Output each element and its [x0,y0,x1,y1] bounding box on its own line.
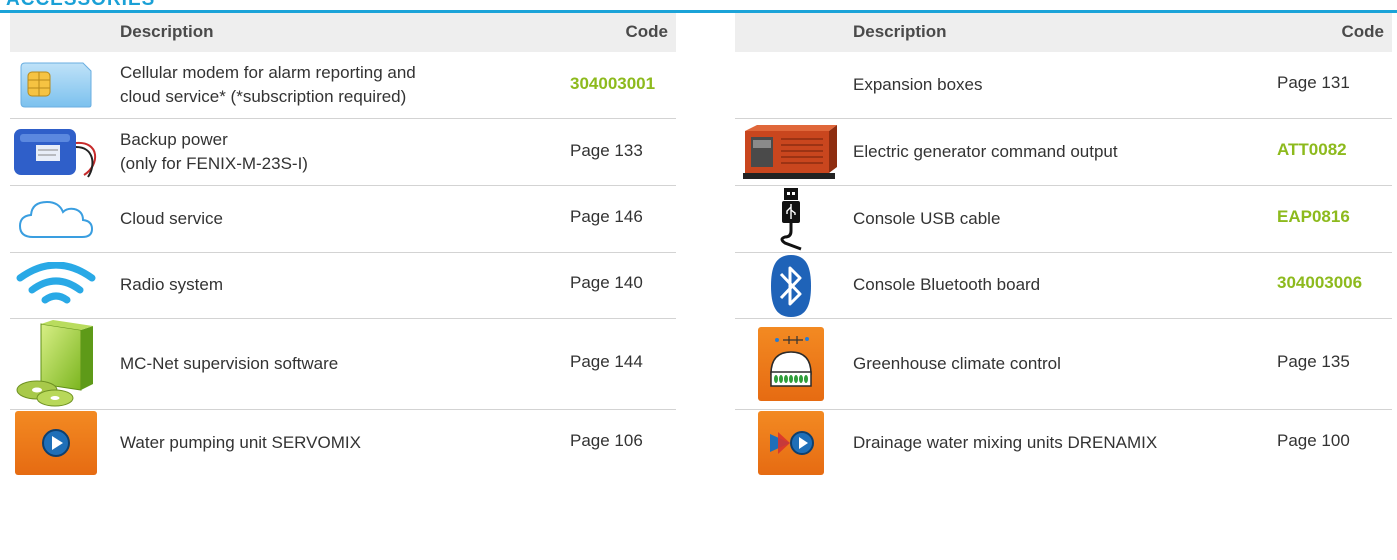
table-row: MC-Net supervision software Page 144 [10,319,676,410]
description-line: Greenhouse climate control [853,354,1061,373]
description-line: Cellular modem for alarm reporting and [120,63,416,82]
table-row: Expansion boxes Page 131 [735,52,1392,119]
table-row: Drainage water mixing units DRENAMIX Pag… [735,410,1392,476]
accessories-table-right: Description Code Expansion boxes Page 13… [735,13,1392,476]
product-code: 304003001 [570,74,656,93]
greenhouse-icon [735,319,847,409]
description-line: Radio system [120,275,223,294]
page-reference: Page 106 [570,431,643,450]
code-header: Code [1341,22,1385,41]
description-line: cloud service* (*subscription required) [120,87,407,106]
accessories-table-left: Description Code Cellular modem for alar… [10,13,676,476]
description-line: Cloud service [120,209,223,228]
description-line: Console USB cable [853,209,1001,228]
product-code: ATT0082 [1277,140,1347,159]
description-line: Expansion boxes [853,75,983,94]
description-line: MC-Net supervision software [120,354,339,373]
page-reference: Page 131 [1277,73,1350,92]
page-reference: Page 146 [570,207,643,226]
table-row: Backup power (only for FENIX-M-23S-I) Pa… [10,119,676,186]
description-line: Water pumping unit SERVOMIX [120,433,361,452]
product-code: 304003006 [1277,273,1363,292]
code-header: Code [625,22,669,41]
generator-icon [735,119,847,185]
table-row: Water pumping unit SERVOMIX Page 106 [10,410,676,476]
page-reference: Page 140 [570,273,643,292]
mixing-unit-icon [735,410,847,476]
table-row: Greenhouse climate control Page 135 [735,319,1392,410]
description-header: Description [120,22,214,41]
description-line: (only for FENIX-M-23S-I) [120,154,308,173]
sim-card-icon [10,52,102,118]
table-header: Description Code [735,13,1392,52]
table-header: Description Code [10,13,676,52]
description-line: Console Bluetooth board [853,275,1041,294]
table-row: Cellular modem for alarm reporting and c… [10,52,676,119]
table-row: Cloud service Page 146 [10,186,676,253]
page-reference: Page 135 [1277,352,1350,371]
table-row: Radio system Page 140 [10,253,676,319]
table-row: Console Bluetooth board 304003006 [735,253,1392,319]
page-reference: Page 100 [1277,431,1350,450]
table-row: Electric generator command output ATT008… [735,119,1392,186]
software-box-icon [10,319,110,409]
description-line: Backup power [120,130,228,149]
page-reference: Page 144 [570,352,643,371]
description-header: Description [853,22,947,41]
page-reference: Page 133 [570,141,643,160]
wifi-icon [10,253,102,318]
battery-pack-icon [10,119,110,185]
table-row: Console USB cable EAP0816 [735,186,1392,253]
usb-cable-icon [735,186,847,252]
pump-unit-icon [10,410,102,476]
description-line: Electric generator command output [853,142,1118,161]
product-code: EAP0816 [1277,207,1350,226]
bluetooth-icon [735,253,847,318]
cloud-icon [10,186,102,252]
description-line: Drainage water mixing units DRENAMIX [853,433,1158,452]
